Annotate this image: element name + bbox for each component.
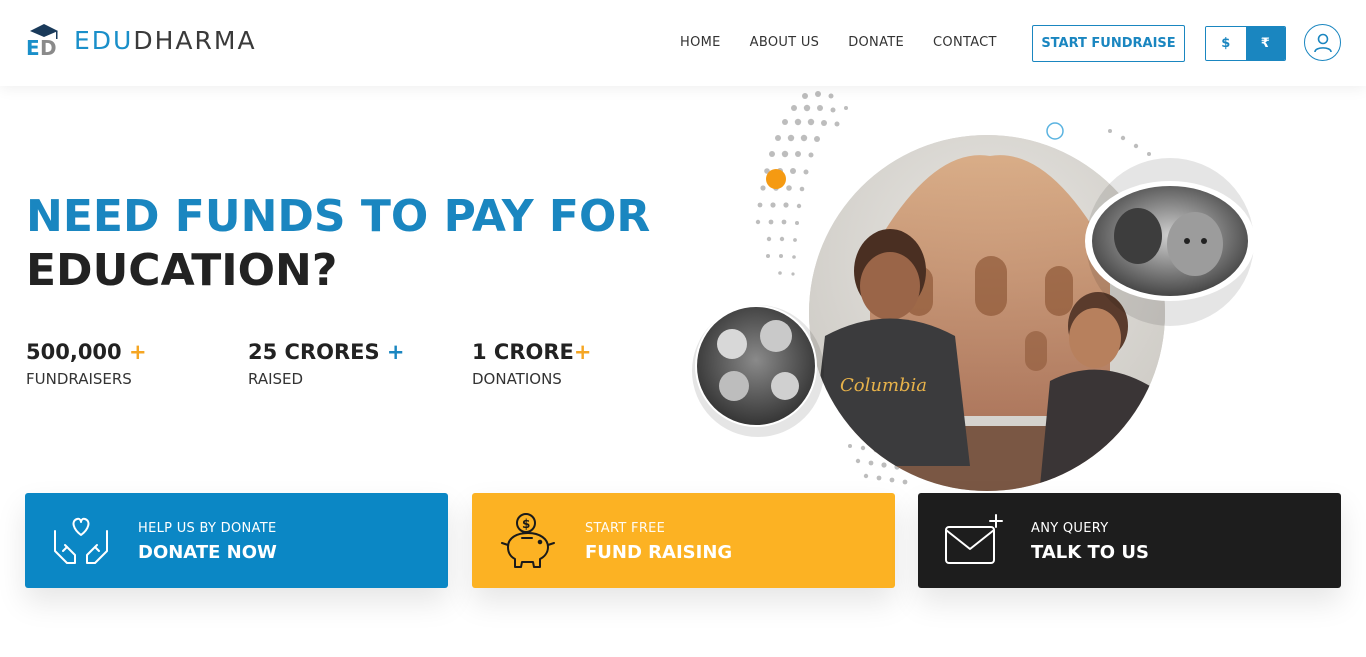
card-subtitle: HELP US BY DONATE: [138, 521, 277, 536]
currency-toggle: $ ₹: [1205, 26, 1286, 61]
card-subtitle: START FREE: [585, 521, 666, 536]
stat-donations: 1 CRORE+ DONATIONS: [472, 340, 591, 388]
brand-name-part2: DHARMA: [133, 25, 257, 55]
card-subtitle: ANY QUERY: [1031, 521, 1109, 536]
graduation-cap-icon: E D: [26, 22, 62, 60]
currency-inr-option[interactable]: ₹: [1245, 27, 1285, 60]
stat-value: 25 CRORES +: [248, 340, 405, 364]
talk-to-us-card[interactable]: ANY QUERY TALK TO US: [918, 493, 1341, 588]
svg-text:D: D: [40, 36, 57, 58]
svg-text:E: E: [26, 36, 40, 58]
donate-now-card[interactable]: HELP US BY DONATE DONATE NOW: [25, 493, 448, 588]
bw-children-photo-left: [692, 305, 824, 437]
site-header: E D EDUDHARMA HOME ABOUT US DONATE CONTA…: [0, 0, 1366, 86]
bw-children-photo-top: [1085, 158, 1255, 326]
fund-raising-card[interactable]: $ START FREE FUND RAISING: [472, 493, 895, 588]
brand-logo[interactable]: E D EDUDHARMA: [26, 22, 257, 60]
user-account-button[interactable]: [1304, 24, 1341, 61]
svg-text:$: $: [522, 517, 530, 531]
stat-number: 1 CRORE: [472, 340, 574, 364]
blue-ring-decoration: [1046, 122, 1064, 140]
orange-dot-decoration: [766, 169, 786, 189]
hero-headline-line2: EDUCATION?: [26, 245, 338, 296]
card-title: FUND RAISING: [585, 542, 733, 563]
stat-fundraisers: 500,000 + FUNDRAISERS: [26, 340, 147, 388]
stat-number: 500,000: [26, 340, 122, 364]
stat-value: 1 CRORE+: [472, 340, 591, 364]
nav-donate[interactable]: DONATE: [848, 35, 904, 50]
stat-value: 500,000 +: [26, 340, 147, 364]
nav-home[interactable]: HOME: [680, 35, 721, 50]
nav-contact[interactable]: CONTACT: [933, 35, 997, 50]
mail-plus-icon: [942, 511, 1006, 571]
piggy-bank-icon: $: [496, 511, 560, 571]
currency-usd-option[interactable]: $: [1206, 27, 1246, 60]
stat-raised: 25 CRORES + RAISED: [248, 340, 405, 388]
stat-plus: +: [128, 340, 147, 364]
stat-label: RAISED: [248, 370, 304, 388]
start-fundraise-button[interactable]: START FUNDRAISE: [1032, 25, 1185, 62]
stat-label: FUNDRAISERS: [26, 370, 132, 388]
hero-headline: NEED FUNDS TO PAY FOR EDUCATION?: [26, 190, 650, 298]
stat-number: 25 CRORES: [248, 340, 380, 364]
brand-name-part1: EDU: [74, 25, 134, 55]
main-nav: HOME ABOUT US DONATE CONTACT: [680, 35, 997, 50]
brand-name: EDUDHARMA: [74, 26, 257, 55]
stat-plus: +: [573, 340, 592, 364]
card-title: TALK TO US: [1031, 542, 1149, 563]
card-text: START FREE FUND RAISING: [585, 521, 732, 563]
hero-photo-collage: Columbia: [690, 86, 1366, 496]
hands-heart-icon: [49, 511, 113, 571]
nav-about-us[interactable]: ABOUT US: [750, 35, 820, 50]
card-text: HELP US BY DONATE DONATE NOW: [138, 521, 277, 563]
hero-headline-line1: NEED FUNDS TO PAY FOR: [26, 191, 651, 242]
svg-text:Columbia: Columbia: [840, 375, 927, 396]
user-icon: [1313, 33, 1332, 52]
stat-label: DONATIONS: [472, 370, 562, 388]
stat-plus: +: [386, 340, 405, 364]
card-title: DONATE NOW: [138, 542, 277, 563]
card-text: ANY QUERY TALK TO US: [1031, 521, 1149, 563]
